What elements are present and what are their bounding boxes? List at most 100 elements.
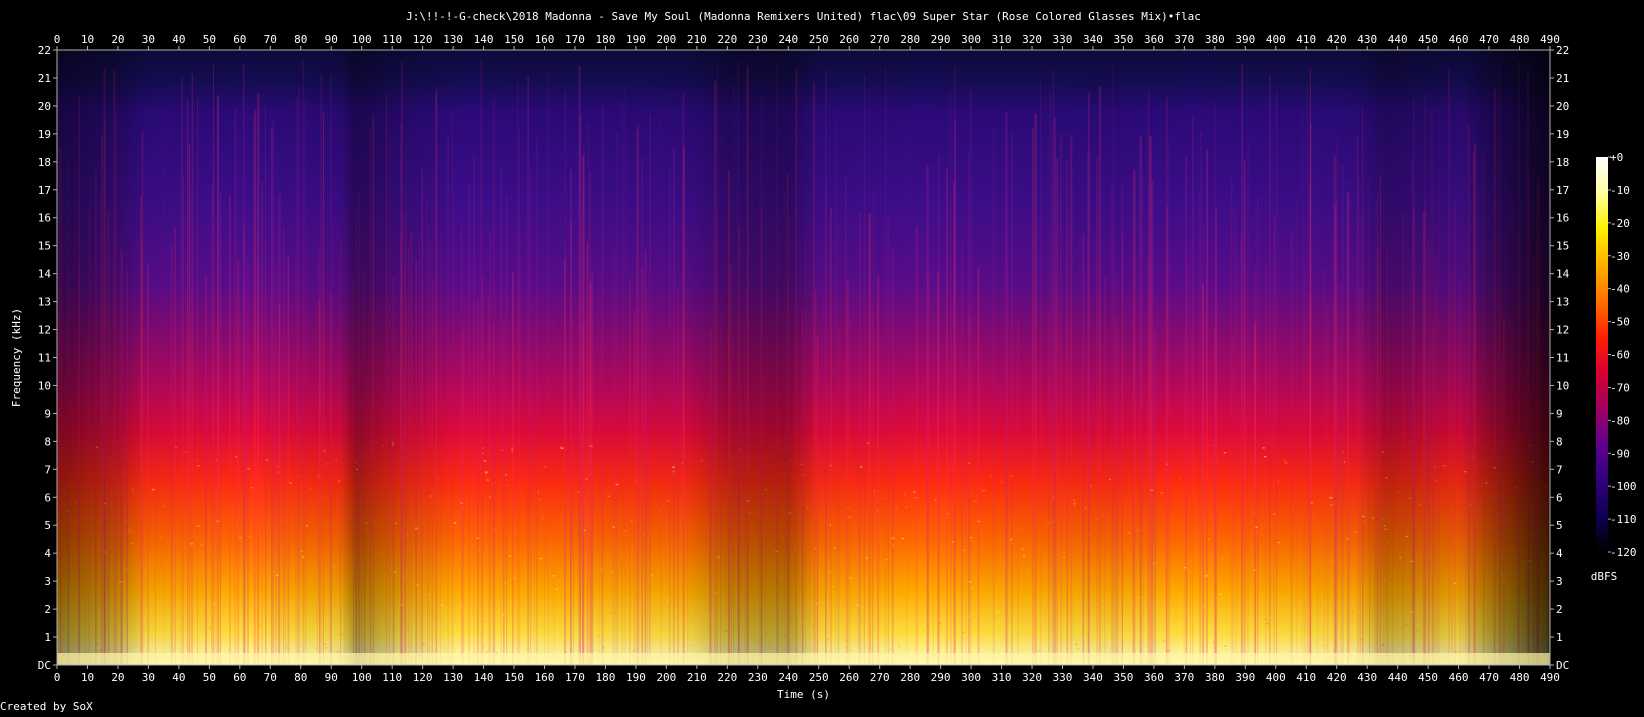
x-tick-label-bottom: 40 [172, 671, 185, 684]
x-tick-label-top: 310 [992, 33, 1012, 46]
x-tick-label-bottom: 0 [54, 671, 61, 684]
x-tick-label-top: 60 [233, 33, 246, 46]
x-tick-label-bottom: 390 [1235, 671, 1255, 684]
x-tick-label-bottom: 460 [1449, 671, 1469, 684]
colorbar-tick-label: -10 [1610, 184, 1630, 197]
y-tick-label-right: 4 [1556, 547, 1563, 560]
x-tick-label-bottom: 220 [717, 671, 737, 684]
y-tick-label-left: 17 [38, 184, 51, 197]
x-tick-label-top: 130 [443, 33, 463, 46]
x-tick-label-bottom: 290 [931, 671, 951, 684]
x-tick-label-bottom: 310 [992, 671, 1012, 684]
x-tick-label-bottom: 450 [1418, 671, 1438, 684]
x-tick-label-bottom: 80 [294, 671, 307, 684]
x-tick-label-top: 400 [1266, 33, 1286, 46]
x-tick-label-top: 90 [325, 33, 338, 46]
x-tick-label-bottom: 360 [1144, 671, 1164, 684]
x-tick-label-bottom: 160 [535, 671, 555, 684]
x-tick-label-top: 430 [1357, 33, 1377, 46]
x-tick-label-top: 110 [382, 33, 402, 46]
y-tick-label-right: 14 [1556, 268, 1570, 281]
y-tick-label-right: 12 [1556, 324, 1569, 337]
y-tick-label-right: 20 [1556, 100, 1569, 113]
x-tick-label-top: 50 [203, 33, 216, 46]
y-tick-label-left: 15 [38, 240, 51, 253]
colorbar-tick-label: -40 [1610, 283, 1630, 296]
x-tick-label-bottom: 410 [1296, 671, 1316, 684]
x-tick-label-bottom: 230 [748, 671, 768, 684]
colorbar-tick-label: -110 [1610, 513, 1637, 526]
y-tick-label-left: 10 [38, 379, 51, 392]
x-tick-label-top: 370 [1174, 33, 1194, 46]
y-tick-label-right: 19 [1556, 128, 1569, 141]
x-tick-label-top: 470 [1479, 33, 1499, 46]
colorbar-tick-label: -70 [1610, 381, 1630, 394]
x-tick-label-bottom: 10 [81, 671, 94, 684]
y-tick-label-right: 5 [1556, 519, 1563, 532]
x-tick-label-top: 0 [54, 33, 61, 46]
x-tick-label-top: 140 [474, 33, 494, 46]
y-tick-label-right: 13 [1556, 296, 1569, 309]
x-tick-label-bottom: 200 [656, 671, 676, 684]
x-tick-label-bottom: 50 [203, 671, 216, 684]
y-tick-label-left: 1 [44, 631, 51, 644]
x-tick-label-bottom: 340 [1083, 671, 1103, 684]
y-tick-label-right: 17 [1556, 184, 1569, 197]
x-tick-label-top: 150 [504, 33, 524, 46]
y-tick-label-right: 1 [1556, 631, 1563, 644]
x-tick-label-bottom: 330 [1053, 671, 1073, 684]
x-tick-label-bottom: 60 [233, 671, 246, 684]
x-tick-label-top: 320 [1022, 33, 1042, 46]
x-tick-label-bottom: 150 [504, 671, 524, 684]
x-tick-label-bottom: 470 [1479, 671, 1499, 684]
x-tick-label-top: 180 [596, 33, 616, 46]
x-tick-label-top: 170 [565, 33, 585, 46]
footer-credit: Created by SoX [0, 700, 93, 713]
x-tick-label-top: 440 [1388, 33, 1408, 46]
x-tick-label-top: 220 [717, 33, 737, 46]
colorbar-tick-label: -100 [1610, 480, 1637, 493]
colorbar-swatch [1596, 157, 1608, 552]
colorbar-tick-label: -90 [1610, 447, 1630, 460]
x-tick-label-top: 200 [656, 33, 676, 46]
x-tick-label-bottom: 350 [1113, 671, 1133, 684]
y-tick-label-right: 21 [1556, 72, 1569, 85]
colorbar-tick-label: -30 [1610, 250, 1630, 263]
x-tick-label-top: 300 [961, 33, 981, 46]
colorbar-label: dBFS [1591, 570, 1618, 583]
y-tick-label-left: 9 [44, 407, 51, 420]
x-tick-label-top: 120 [413, 33, 433, 46]
x-tick-label-top: 420 [1327, 33, 1347, 46]
colorbar-tick-label: -50 [1610, 316, 1630, 329]
colorbar-tick-label: -120 [1610, 546, 1637, 559]
x-tick-label-bottom: 280 [900, 671, 920, 684]
colorbar-tick-label: +0 [1610, 151, 1623, 164]
x-tick-label-top: 20 [111, 33, 124, 46]
colorbar-tick-label: -80 [1610, 414, 1630, 427]
y-tick-label-right: 16 [1556, 212, 1569, 225]
x-tick-label-top: 380 [1205, 33, 1225, 46]
spectrogram-chart: J:\!!-!-G-check\2018 Madonna - Save My S… [0, 0, 1644, 713]
x-tick-label-top: 190 [626, 33, 646, 46]
x-tick-label-bottom: 140 [474, 671, 494, 684]
x-tick-label-bottom: 190 [626, 671, 646, 684]
y-tick-label-left: 4 [44, 547, 51, 560]
y-tick-label-left: 16 [38, 212, 51, 225]
x-tick-label-top: 210 [687, 33, 707, 46]
x-tick-label-bottom: 370 [1174, 671, 1194, 684]
x-tick-label-top: 240 [778, 33, 798, 46]
y-tick-label-left: 18 [38, 156, 51, 169]
y-tick-label-left: 20 [38, 100, 51, 113]
x-tick-label-top: 100 [352, 33, 372, 46]
y-tick-label-right: 3 [1556, 575, 1563, 588]
y-tick-label-left: 12 [38, 324, 51, 337]
x-tick-label-bottom: 170 [565, 671, 585, 684]
loudness-overlay [57, 50, 1550, 665]
x-tick-label-bottom: 30 [142, 671, 155, 684]
x-tick-label-top: 280 [900, 33, 920, 46]
x-tick-label-bottom: 430 [1357, 671, 1377, 684]
x-tick-label-bottom: 270 [870, 671, 890, 684]
x-tick-label-bottom: 210 [687, 671, 707, 684]
x-tick-label-top: 450 [1418, 33, 1438, 46]
y-tick-label-left: 22 [38, 44, 51, 57]
